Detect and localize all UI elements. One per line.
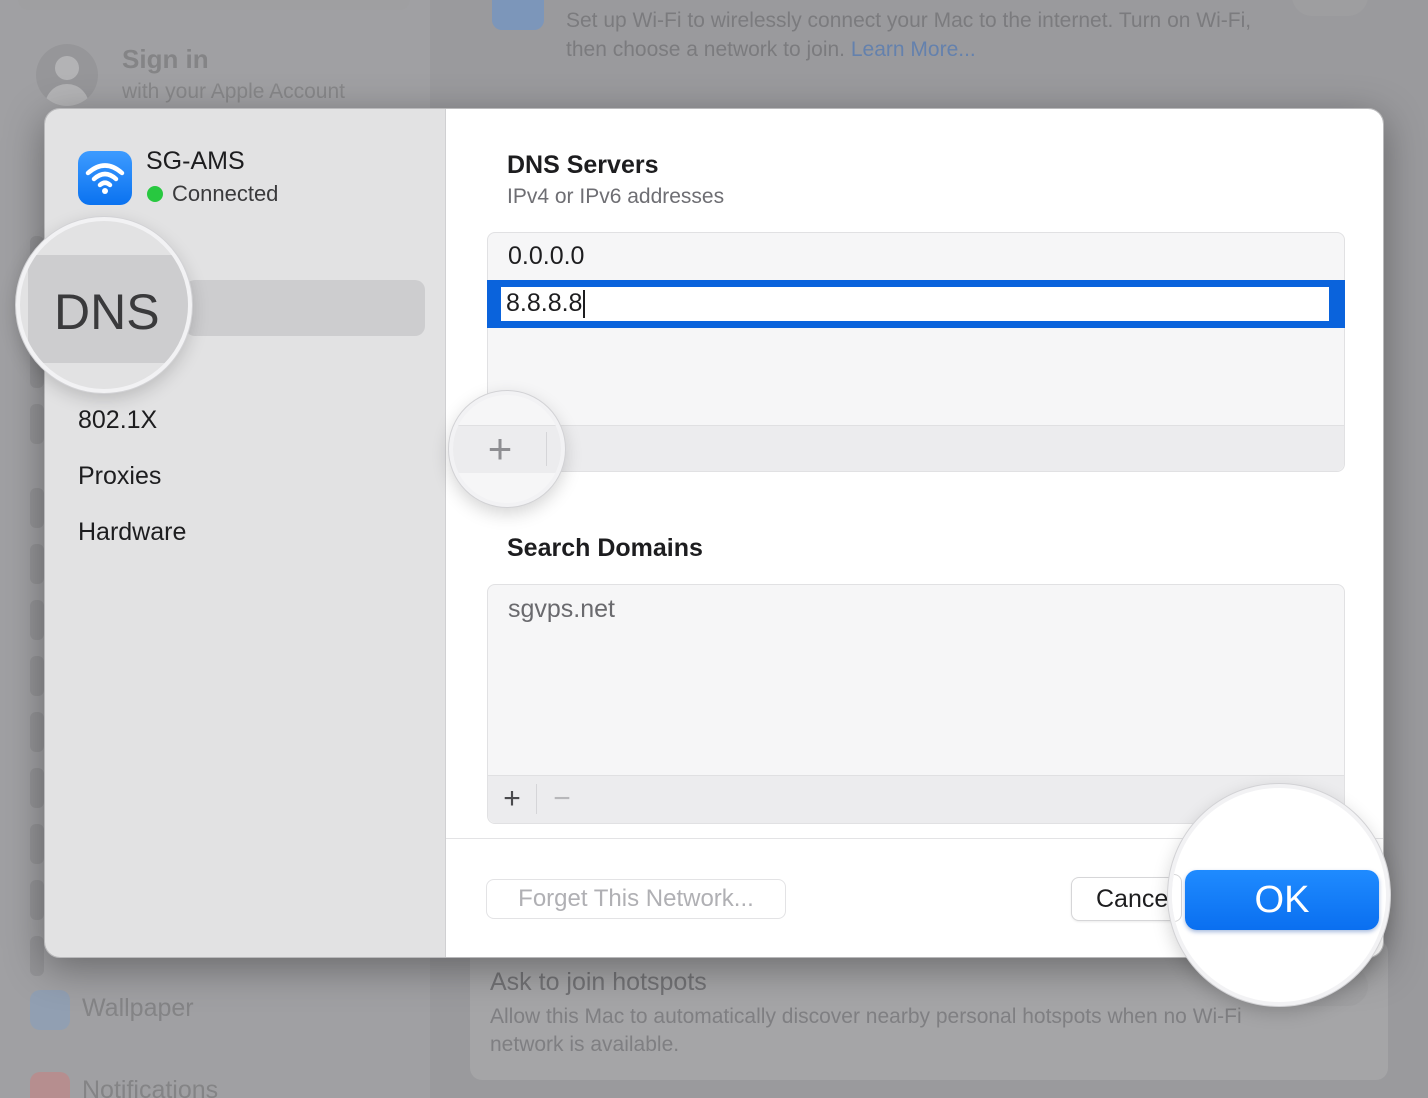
sidebar-item-dns-highlight[interactable] (185, 280, 425, 336)
remove-search-domain-button[interactable]: − (540, 782, 584, 816)
dns-magnifier: DNS (16, 217, 192, 393)
ok-magnifier: OK (1168, 784, 1390, 1006)
network-details-sheet: SG-AMS Connected 802.1X Proxies Hardware… (44, 108, 1384, 958)
text-caret (583, 290, 586, 319)
search-domains-title: Search Domains (507, 534, 703, 562)
dns-servers-list: 0.0.0.0 8.8.8.8 (487, 232, 1345, 472)
sidebar-item-dns-label: DNS (54, 284, 160, 340)
network-status: Connected (172, 181, 279, 206)
dns-servers-toolbar (488, 425, 1344, 471)
dns-server-editing-row[interactable]: 8.8.8.8 (487, 280, 1345, 328)
sidebar-item-hardware[interactable]: Hardware (78, 518, 186, 547)
wifi-network-icon (78, 151, 132, 205)
toolbar-divider (536, 784, 537, 814)
toolbar-divider (546, 432, 547, 466)
sidebar-item-proxies[interactable]: Proxies (78, 462, 161, 491)
add-dns-magnifier: + (449, 391, 565, 507)
dns-server-input-value[interactable]: 8.8.8.8 (506, 289, 582, 317)
search-domain-entry[interactable]: sgvps.net (508, 595, 615, 624)
add-dns-server-button[interactable]: + (475, 425, 525, 473)
dns-servers-subtitle: IPv4 or IPv6 addresses (507, 185, 725, 208)
cancel-button-edge (1172, 874, 1182, 922)
network-name: SG-AMS (146, 147, 245, 175)
ok-button[interactable]: OK (1185, 870, 1379, 930)
forget-network-button[interactable]: Forget This Network... (486, 879, 786, 919)
sidebar-item-8021x[interactable]: 802.1X (78, 406, 157, 435)
dns-servers-title: DNS Servers (507, 151, 659, 179)
search-domains-list: sgvps.net + − (487, 584, 1345, 824)
connected-status-dot (147, 186, 163, 202)
dns-server-entry[interactable]: 0.0.0.0 (508, 242, 584, 271)
dns-server-input[interactable]: 8.8.8.8 (501, 287, 1329, 321)
add-search-domain-button[interactable]: + (490, 782, 534, 816)
